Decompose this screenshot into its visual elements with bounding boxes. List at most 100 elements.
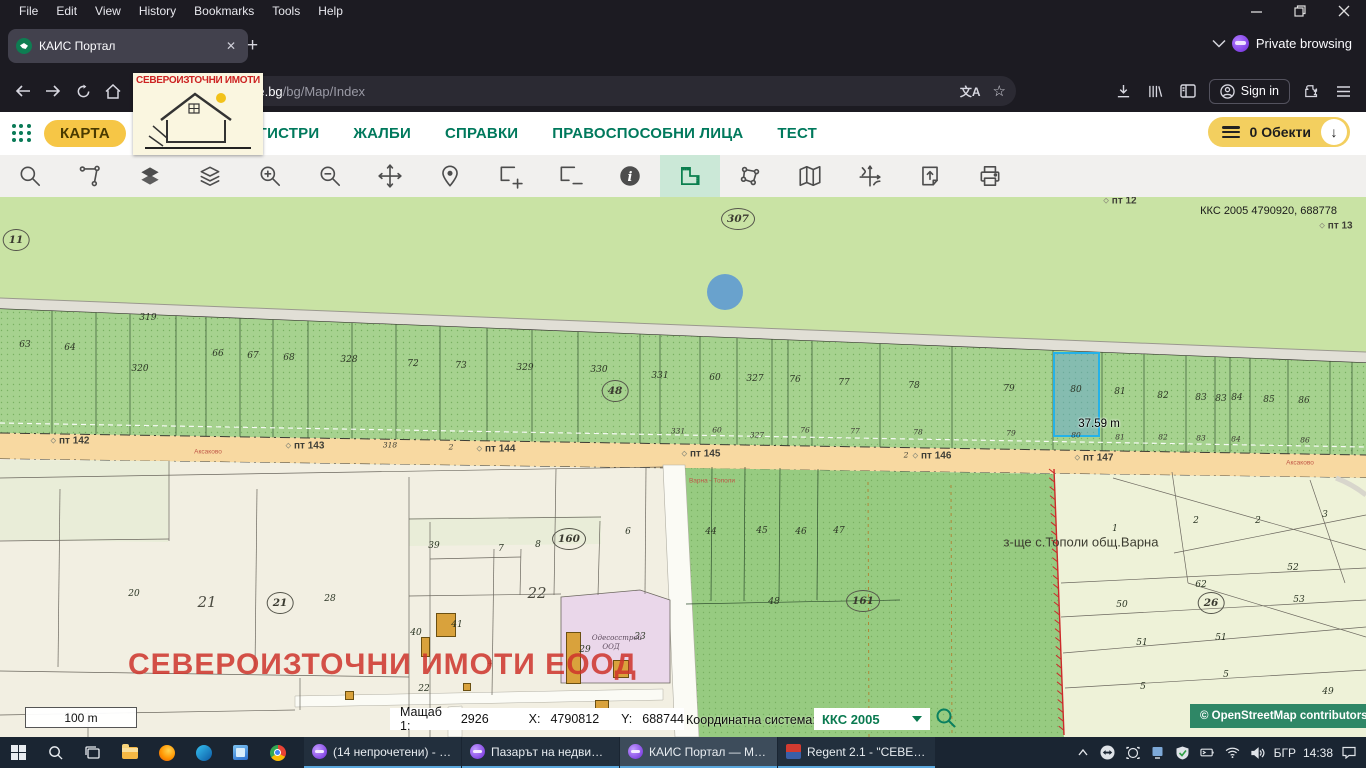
objects-expand-icon[interactable]: ↓: [1321, 119, 1347, 145]
file-explorer-icon[interactable]: [111, 737, 148, 768]
back-icon[interactable]: [8, 77, 38, 105]
tool-print-button[interactable]: [960, 155, 1020, 197]
capture-tray-icon[interactable]: [1124, 746, 1142, 759]
url-bar[interactable]: kais.cadastre.bg/bg/Map/Index 文A ☆: [136, 76, 1016, 106]
wifi-tray-icon[interactable]: [1224, 747, 1242, 758]
crs-select[interactable]: ККС 2005: [814, 708, 930, 730]
tool-coordinate-grid-button[interactable]: [840, 155, 900, 197]
forward-icon[interactable]: [38, 77, 68, 105]
navbar-right-icons: Sign in: [1109, 77, 1358, 105]
agency-logo-title: СЕВЕРОИЗТОЧНИ ИМОТИ: [136, 75, 260, 86]
menu-file[interactable]: File: [10, 2, 47, 20]
tool-snap-button[interactable]: [60, 155, 120, 197]
site-nav-тест[interactable]: ТЕСТ: [777, 125, 817, 142]
teamviewer-tray-icon[interactable]: [1099, 745, 1117, 760]
defender-tray-icon[interactable]: [1174, 746, 1192, 760]
chrome-icon[interactable]: [259, 737, 296, 768]
cursor-coordinates-readout: ККС 2005 4790920, 688778: [1200, 205, 1337, 217]
tool-polygon-measure-button[interactable]: [720, 155, 780, 197]
tool-zoom-in-button[interactable]: [240, 155, 300, 197]
x-label: X:: [529, 712, 541, 726]
apps-grid-icon[interactable]: [12, 124, 32, 144]
bookmark-star-icon[interactable]: ☆: [993, 82, 1006, 100]
app-menu-icon[interactable]: [1328, 77, 1358, 105]
signin-button[interactable]: Sign in: [1209, 79, 1290, 104]
tool-rect-minus-button[interactable]: [540, 155, 600, 197]
tool-layers-filled-button[interactable]: [120, 155, 180, 197]
menu-edit[interactable]: Edit: [47, 2, 86, 20]
tab-close-icon[interactable]: ✕: [222, 37, 240, 55]
tool-pan-button[interactable]: [360, 155, 420, 197]
regent-icon: [786, 744, 801, 759]
taskbar-search-icon[interactable]: [37, 737, 74, 768]
power-tray-icon[interactable]: [1199, 747, 1217, 758]
site-nav-правоспособни-лица[interactable]: ПРАВОСПОСОБНИ ЛИЦА: [552, 125, 743, 142]
close-button[interactable]: [1322, 0, 1366, 22]
downloads-icon[interactable]: [1109, 77, 1139, 105]
tool-export-button[interactable]: [900, 155, 960, 197]
tool-search-button[interactable]: [0, 155, 60, 197]
restore-button[interactable]: [1278, 0, 1322, 22]
start-button[interactable]: [0, 737, 37, 768]
new-tab-button[interactable]: +: [240, 34, 265, 57]
measure-point-marker[interactable]: [707, 274, 743, 310]
notification-center-icon[interactable]: [1340, 746, 1358, 759]
objects-button[interactable]: 0 Обекти ↓: [1208, 117, 1350, 147]
tab-favicon-icon: [16, 38, 32, 54]
tool-map-sheet-button[interactable]: [780, 155, 840, 197]
photos-app-icon[interactable]: [222, 737, 259, 768]
map-search-icon[interactable]: [934, 706, 958, 730]
tray-clock[interactable]: 14:38: [1303, 746, 1333, 760]
taskbar-window-title: Regent 2.1 - "СЕВЕРО...: [807, 745, 927, 759]
tray-language[interactable]: БГР: [1274, 746, 1296, 760]
svg-text:i: i: [628, 170, 633, 185]
display-tray-icon[interactable]: [1149, 746, 1167, 759]
agency-logo: СЕВЕРОИЗТОЧНИ ИМОТИ: [133, 73, 263, 155]
map-canvas[interactable]: 30711пт 12пт 133196364320666768328727332…: [0, 197, 1366, 737]
private-browsing-label: Private browsing: [1256, 36, 1352, 51]
tool-zoom-out-button[interactable]: [300, 155, 360, 197]
site-nav-справки[interactable]: СПРАВКИ: [445, 125, 518, 142]
task-view-icon[interactable]: [74, 737, 111, 768]
taskbar-window-title: (14 непрочетени) - А...: [333, 745, 453, 759]
measure-distance-label: 37.59 m: [1078, 418, 1120, 430]
scale-bar: 100 m: [25, 707, 137, 728]
library-icon[interactable]: [1141, 77, 1171, 105]
menu-bookmarks[interactable]: Bookmarks: [185, 2, 263, 20]
taskbar-window[interactable]: Regent 2.1 - "СЕВЕРО...: [778, 737, 935, 768]
url-text: kais.cadastre.bg/bg/Map/Index: [188, 84, 960, 99]
taskbar-window[interactable]: КАИС Портал — Mo...: [620, 737, 777, 768]
extensions-puzzle-icon[interactable]: [1296, 77, 1326, 105]
site-nav-жалби[interactable]: ЖАЛБИ: [353, 125, 411, 142]
volume-tray-icon[interactable]: [1249, 747, 1267, 759]
osm-attribution[interactable]: © OpenStreetMap contributors.: [1190, 704, 1366, 728]
scale-value: 2926: [461, 712, 489, 726]
menu-items: FileEditViewHistoryBookmarksToolsHelp: [0, 2, 352, 20]
menu-tools[interactable]: Tools: [263, 2, 309, 20]
menu-view[interactable]: View: [86, 2, 130, 20]
url-path: /bg/Map/Index: [283, 84, 365, 99]
menu-help[interactable]: Help: [309, 2, 352, 20]
tab-kais-portal[interactable]: КАИС Портал ✕: [8, 29, 248, 63]
edge-icon[interactable]: [185, 737, 222, 768]
site-nav-карта[interactable]: КАРТА: [44, 120, 126, 147]
y-label: Y:: [621, 712, 632, 726]
menu-history[interactable]: History: [130, 2, 185, 20]
tool-measure-button[interactable]: [660, 155, 720, 197]
tool-location-pin-button[interactable]: [420, 155, 480, 197]
tool-rect-plus-button[interactable]: [480, 155, 540, 197]
translate-icon[interactable]: 文A: [960, 83, 981, 100]
tool-layers-button[interactable]: [180, 155, 240, 197]
reload-icon[interactable]: [68, 77, 98, 105]
sidebar-icon[interactable]: [1173, 77, 1203, 105]
hidden-icons-chevron-icon[interactable]: [1074, 749, 1092, 756]
taskbar-window[interactable]: Пазарът на недвижи...: [462, 737, 619, 768]
home-icon[interactable]: [98, 77, 128, 105]
taskbar-window-title: КАИС Портал — Mo...: [649, 745, 769, 759]
taskbar-window[interactable]: (14 непрочетени) - А...: [304, 737, 461, 768]
minimize-button[interactable]: [1234, 0, 1278, 22]
list-tabs-chevron-icon[interactable]: [1212, 39, 1226, 48]
tool-info-button[interactable]: i: [600, 155, 660, 197]
pan-icon: [377, 163, 403, 189]
firefox-icon[interactable]: [148, 737, 185, 768]
